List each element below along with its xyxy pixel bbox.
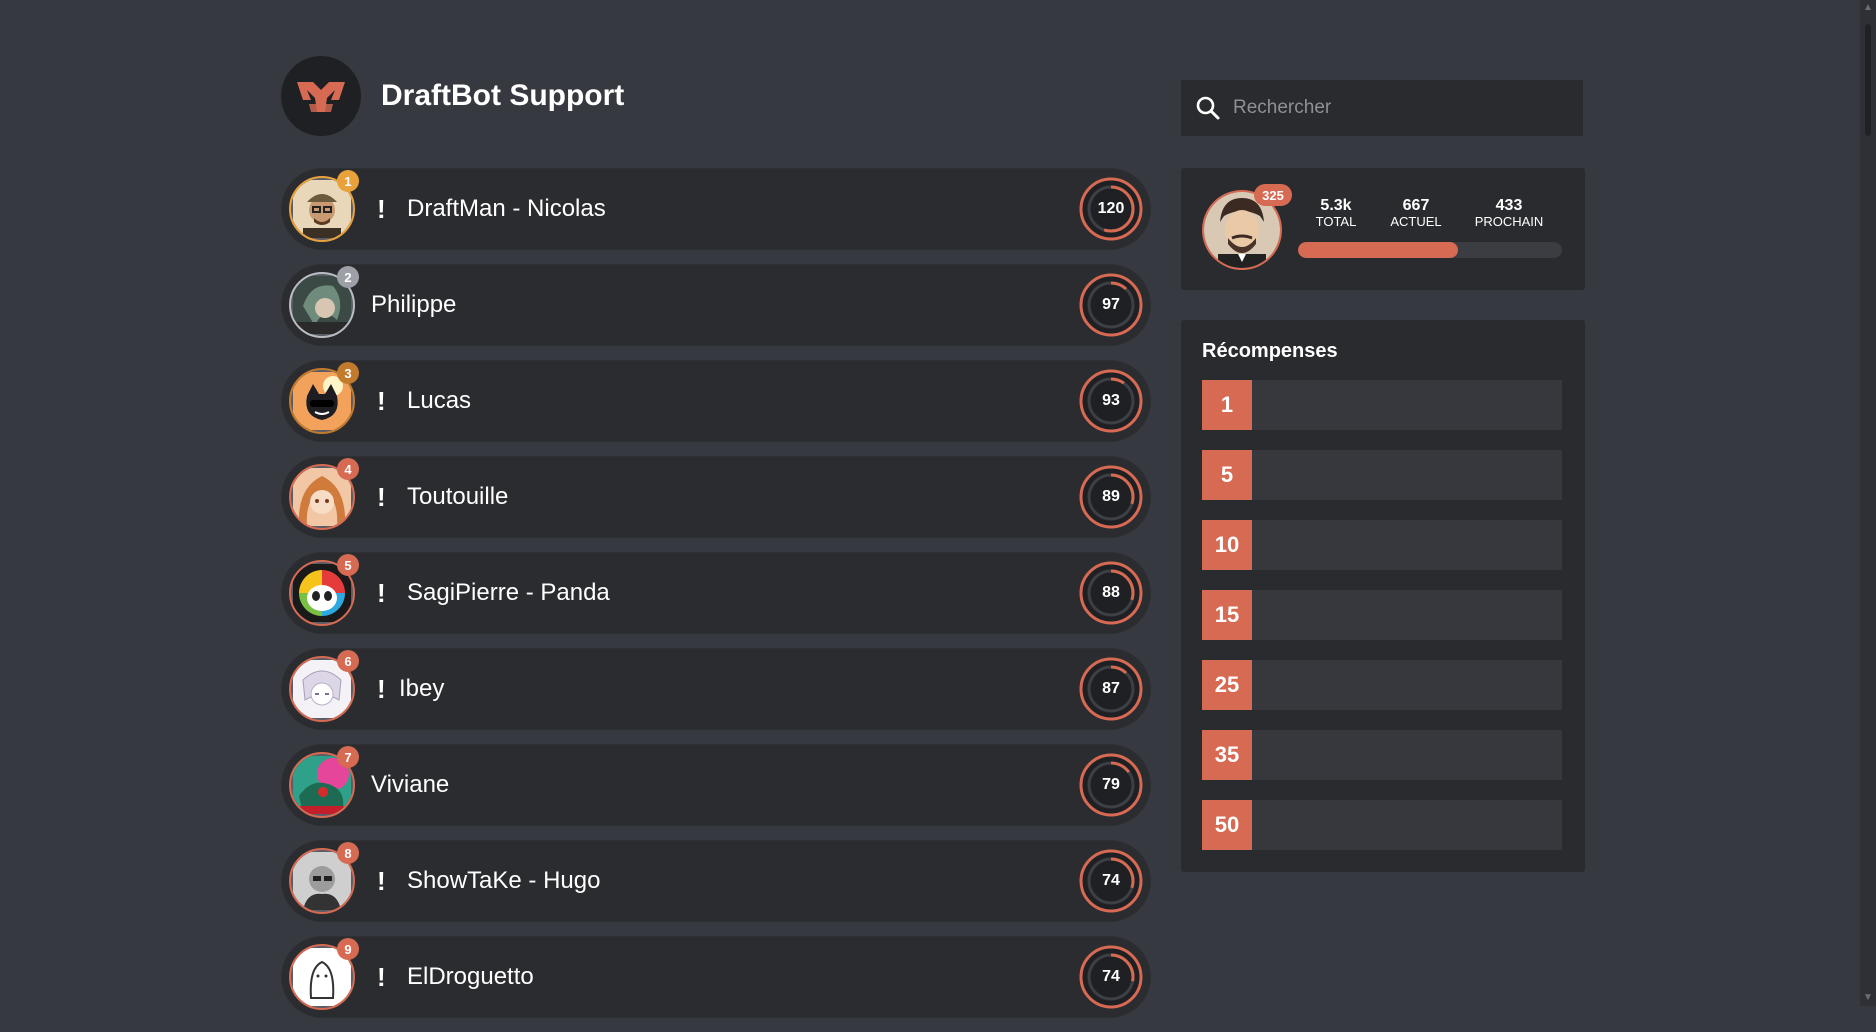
search-icon xyxy=(1196,96,1220,120)
rank-badge: 6 xyxy=(337,650,359,672)
username: SagiPierre - Panda xyxy=(407,579,610,606)
rank-badge: 9 xyxy=(337,938,359,960)
reward-item: 10 xyxy=(1202,520,1562,570)
scroll-up-icon[interactable]: ▲ xyxy=(1862,2,1874,14)
stat-label: TOTAL xyxy=(1315,213,1357,229)
search-input[interactable] xyxy=(1231,96,1565,120)
username: Ibey xyxy=(399,675,445,702)
server-header: DraftBot Support xyxy=(281,56,624,136)
level-value: 89 xyxy=(1102,488,1120,505)
rank-badge: 5 xyxy=(337,554,359,576)
status-mark: ! xyxy=(377,961,386,992)
username: Viviane xyxy=(371,771,450,798)
stat-value: 667 xyxy=(1402,197,1430,214)
leaderboard-row[interactable]: 4 ! Toutouille 89 xyxy=(281,456,1151,538)
reward-item: 35 xyxy=(1202,730,1562,780)
scroll-thumb[interactable] xyxy=(1865,24,1871,136)
username: Toutouille xyxy=(407,483,509,510)
reward-level: 1 xyxy=(1202,380,1252,430)
leaderboard-row[interactable]: 5 ! SagiPierre - Panda 88 xyxy=(281,552,1151,634)
username: ShowTaKe - Hugo xyxy=(407,867,601,894)
level-value: 93 xyxy=(1102,392,1120,409)
search-box[interactable] xyxy=(1181,80,1583,136)
xp-progress-bar xyxy=(1298,242,1562,258)
stat-current: 667 ACTUEL xyxy=(1373,197,1459,229)
leaderboard-row[interactable]: 7 Viviane 79 xyxy=(281,744,1151,826)
level-value: 87 xyxy=(1102,680,1120,697)
draftbot-logo-icon xyxy=(281,56,361,136)
reward-level: 50 xyxy=(1202,800,1252,850)
rank-badge: 4 xyxy=(337,458,359,480)
scroll-down-icon[interactable]: ▼ xyxy=(1862,992,1874,1004)
status-mark: ! xyxy=(377,577,386,608)
level-ring: 97 xyxy=(1079,273,1143,337)
stat-value: 433 xyxy=(1495,197,1523,214)
status-mark: ! xyxy=(377,481,386,512)
reward-level: 25 xyxy=(1202,660,1252,710)
level-value: 88 xyxy=(1102,584,1120,601)
username: DraftMan - Nicolas xyxy=(407,195,606,222)
reward-level: 10 xyxy=(1202,520,1252,570)
level-ring: 88 xyxy=(1079,561,1143,625)
username: Philippe xyxy=(371,291,457,318)
stat-value: 5.3k xyxy=(1320,197,1352,214)
leaderboard-row[interactable]: 6 ! Ibey 87 xyxy=(281,648,1151,730)
status-mark: ! xyxy=(377,865,386,896)
level-ring: 93 xyxy=(1079,369,1143,433)
level-ring: 89 xyxy=(1079,465,1143,529)
stat-total: 5.3k TOTAL xyxy=(1299,197,1373,229)
page-container: DraftBot Support 1 ! DraftMan - Nicolas … xyxy=(281,56,1585,1018)
server-name: DraftBot Support xyxy=(381,79,625,112)
username: ElDroguetto xyxy=(407,963,534,990)
status-mark: ! xyxy=(377,193,386,224)
level-value: 97 xyxy=(1102,296,1120,313)
level-value: 79 xyxy=(1102,776,1120,793)
level-ring: 87 xyxy=(1079,657,1143,721)
xp-progress-fill xyxy=(1298,242,1458,258)
level-value: 74 xyxy=(1102,872,1120,889)
reward-item: 1 xyxy=(1202,380,1562,430)
reward-level: 5 xyxy=(1202,450,1252,500)
level-value: 74 xyxy=(1102,968,1120,985)
leaderboard-row[interactable]: 1 ! DraftMan - Nicolas 120 xyxy=(281,168,1151,250)
stat-label: ACTUEL xyxy=(1390,213,1442,229)
status-mark: ! xyxy=(377,385,386,416)
rank-badge: 2 xyxy=(337,266,359,288)
reward-item: 50 xyxy=(1202,800,1562,850)
leaderboard-row[interactable]: 8 ! ShowTaKe - Hugo 74 xyxy=(281,840,1151,922)
level-ring: 120 xyxy=(1079,177,1143,241)
leaderboard-row[interactable]: 2 Philippe 97 xyxy=(281,264,1151,346)
rank-badge: 325 xyxy=(1254,184,1292,206)
rank-badge: 1 xyxy=(337,170,359,192)
stat-next: 433 PROCHAIN xyxy=(1459,197,1559,229)
rewards-title: Récompenses xyxy=(1202,340,1338,362)
reward-item: 15 xyxy=(1202,590,1562,640)
level-value: 120 xyxy=(1097,200,1125,217)
leaderboard-list: 1 ! DraftMan - Nicolas 120 2 Philippe 97… xyxy=(281,168,1151,1032)
status-mark: ! xyxy=(377,673,386,704)
level-ring: 74 xyxy=(1079,849,1143,913)
reward-level: 15 xyxy=(1202,590,1252,640)
reward-item: 25 xyxy=(1202,660,1562,710)
rank-badge: 3 xyxy=(337,362,359,384)
profile-card: 325 5.3k TOTAL 667 ACTUEL 433 PROCHAIN xyxy=(1181,168,1585,290)
stat-label: PROCHAIN xyxy=(1474,213,1544,229)
xp-stats: 5.3k TOTAL 667 ACTUEL 433 PROCHAIN xyxy=(1299,197,1563,229)
leaderboard-row[interactable]: 3 ! Lucas 93 xyxy=(281,360,1151,442)
rank-badge: 7 xyxy=(337,746,359,768)
rank-badge: 8 xyxy=(337,842,359,864)
reward-level: 35 xyxy=(1202,730,1252,780)
level-ring: 79 xyxy=(1079,753,1143,817)
username: Lucas xyxy=(407,387,472,414)
reward-item: 5 xyxy=(1202,450,1562,500)
level-ring: 74 xyxy=(1079,945,1143,1009)
reward-list: 1 5 10 15 25 35 50 xyxy=(1202,380,1562,870)
rewards-card: Récompenses 1 5 10 15 25 35 50 xyxy=(1181,320,1585,872)
page-scrollbar[interactable]: ▲ ▼ xyxy=(1860,0,1876,1006)
